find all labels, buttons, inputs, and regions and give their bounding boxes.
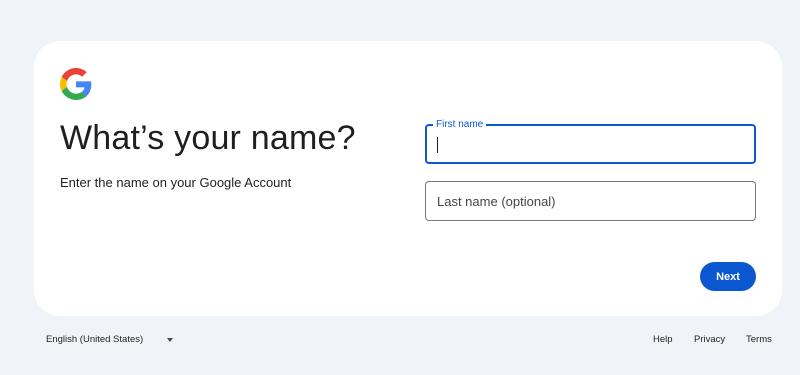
last-name-input[interactable] [426, 182, 755, 220]
terms-link[interactable]: Terms [746, 334, 772, 345]
language-selector[interactable]: English (United States) [46, 334, 174, 345]
privacy-link[interactable]: Privacy [694, 334, 725, 345]
language-label: English (United States) [46, 334, 144, 345]
help-link[interactable]: Help [653, 334, 673, 345]
google-logo-icon [60, 68, 92, 100]
text-cursor [437, 137, 438, 153]
chevron-down-icon [167, 337, 174, 342]
signup-card: What’s your name? Enter the name on your… [34, 41, 782, 316]
page-title: What’s your name? [60, 119, 356, 157]
first-name-field[interactable]: First name [425, 118, 756, 164]
last-name-field[interactable]: Last name (optional) [425, 181, 756, 221]
footer: English (United States) Help Privacy Ter… [0, 330, 800, 350]
page-subtitle: Enter the name on your Google Account [60, 175, 292, 190]
first-name-input[interactable] [427, 126, 754, 162]
next-button[interactable]: Next [700, 262, 756, 291]
